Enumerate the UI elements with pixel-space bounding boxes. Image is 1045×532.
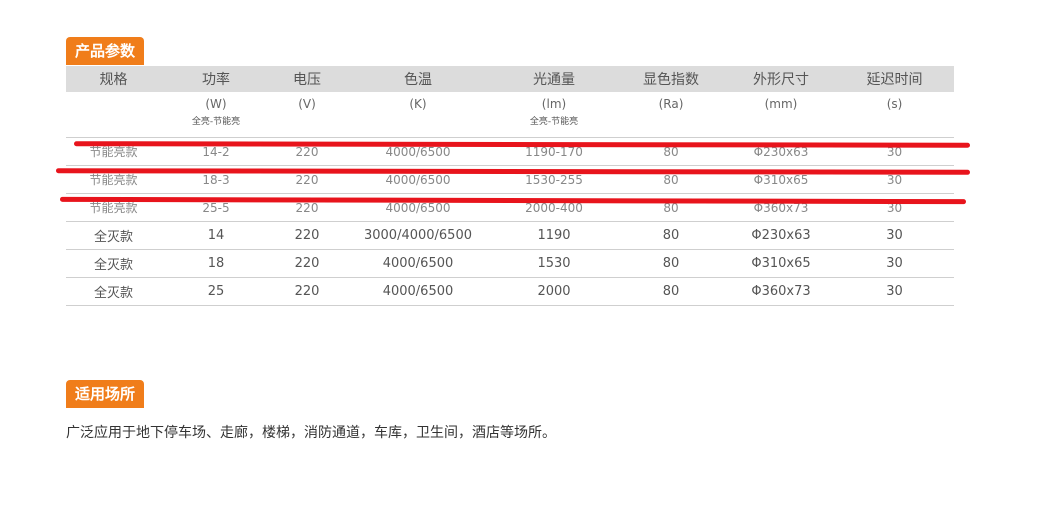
table-cell: 30 — [835, 221, 954, 250]
header-delay: 延迟时间 — [835, 66, 954, 92]
product-params-tag: 产品参数 — [66, 37, 145, 65]
unit-cell: (lm) 全亮-节能亮 — [493, 92, 615, 138]
table-cell: 4000/6500 — [343, 277, 493, 306]
table-cell: 3000/4000/6500 — [343, 221, 493, 250]
unit-cell: (V) — [271, 92, 343, 138]
unit-cell — [66, 92, 161, 138]
units-row: (W) 全亮-节能亮 (V) (K) (lm) 全亮-节能亮 (Ra) (mm) (… — [66, 92, 954, 138]
table-row: 全灭款 14 220 3000/4000/6500 1190 80 Φ230x63 30 — [66, 221, 954, 250]
unit-cell: (K) — [343, 92, 493, 138]
header-dimensions: 外形尺寸 — [727, 66, 835, 92]
unit-cell: (W) 全亮-节能亮 — [161, 92, 271, 138]
table-cell: 1530 — [493, 249, 615, 278]
usage-tag: 适用场所 — [66, 380, 145, 408]
table-cell: 全灭款 — [66, 277, 161, 306]
table-cell: Φ310x65 — [727, 249, 835, 278]
table-cell: 18 — [161, 249, 271, 278]
header-color-temp: 色温 — [343, 66, 493, 92]
header-power: 功率 — [161, 66, 271, 92]
table-row: 全灭款 18 220 4000/6500 1530 80 Φ310x65 30 — [66, 249, 954, 278]
table-cell: 80 — [615, 221, 727, 250]
table-cell: 220 — [271, 221, 343, 250]
table-cell: 2000 — [493, 277, 615, 306]
table-cell: 220 — [271, 249, 343, 278]
header-cri: 显色指数 — [615, 66, 727, 92]
table-row: 全灭款 25 220 4000/6500 2000 80 Φ360x73 30 — [66, 277, 954, 306]
table-cell: 全灭款 — [66, 249, 161, 278]
header-spec: 规格 — [66, 66, 161, 92]
table-cell: 30 — [835, 193, 954, 222]
header-voltage: 电压 — [271, 66, 343, 92]
unit-cell: (Ra) — [615, 92, 727, 138]
table-cell: 1190 — [493, 221, 615, 250]
unit-cell: (s) — [835, 92, 954, 138]
table-cell: 25 — [161, 277, 271, 306]
table-cell: Φ360x73 — [727, 277, 835, 306]
table-header-row: 规格 功率 电压 色温 光通量 显色指数 外形尺寸 延迟时间 — [66, 66, 954, 92]
header-luminous-flux: 光通量 — [493, 66, 615, 92]
table-cell: 30 — [835, 249, 954, 278]
unit-cell: (mm) — [727, 92, 835, 138]
table-cell: 4000/6500 — [343, 249, 493, 278]
table-cell: 全灭款 — [66, 221, 161, 250]
spec-table: 规格 功率 电压 色温 光通量 显色指数 外形尺寸 延迟时间 (W) 全亮-节能亮… — [66, 66, 954, 306]
table-cell: Φ230x63 — [727, 221, 835, 250]
usage-description: 广泛应用于地下停车场、走廊，楼梯，消防通道，车库，卫生间，酒店等场所。 — [66, 425, 556, 441]
table-cell: 220 — [271, 277, 343, 306]
table-cell: 14 — [161, 221, 271, 250]
table-cell: 80 — [615, 277, 727, 306]
table-cell: 30 — [835, 277, 954, 306]
table-cell: 80 — [615, 249, 727, 278]
